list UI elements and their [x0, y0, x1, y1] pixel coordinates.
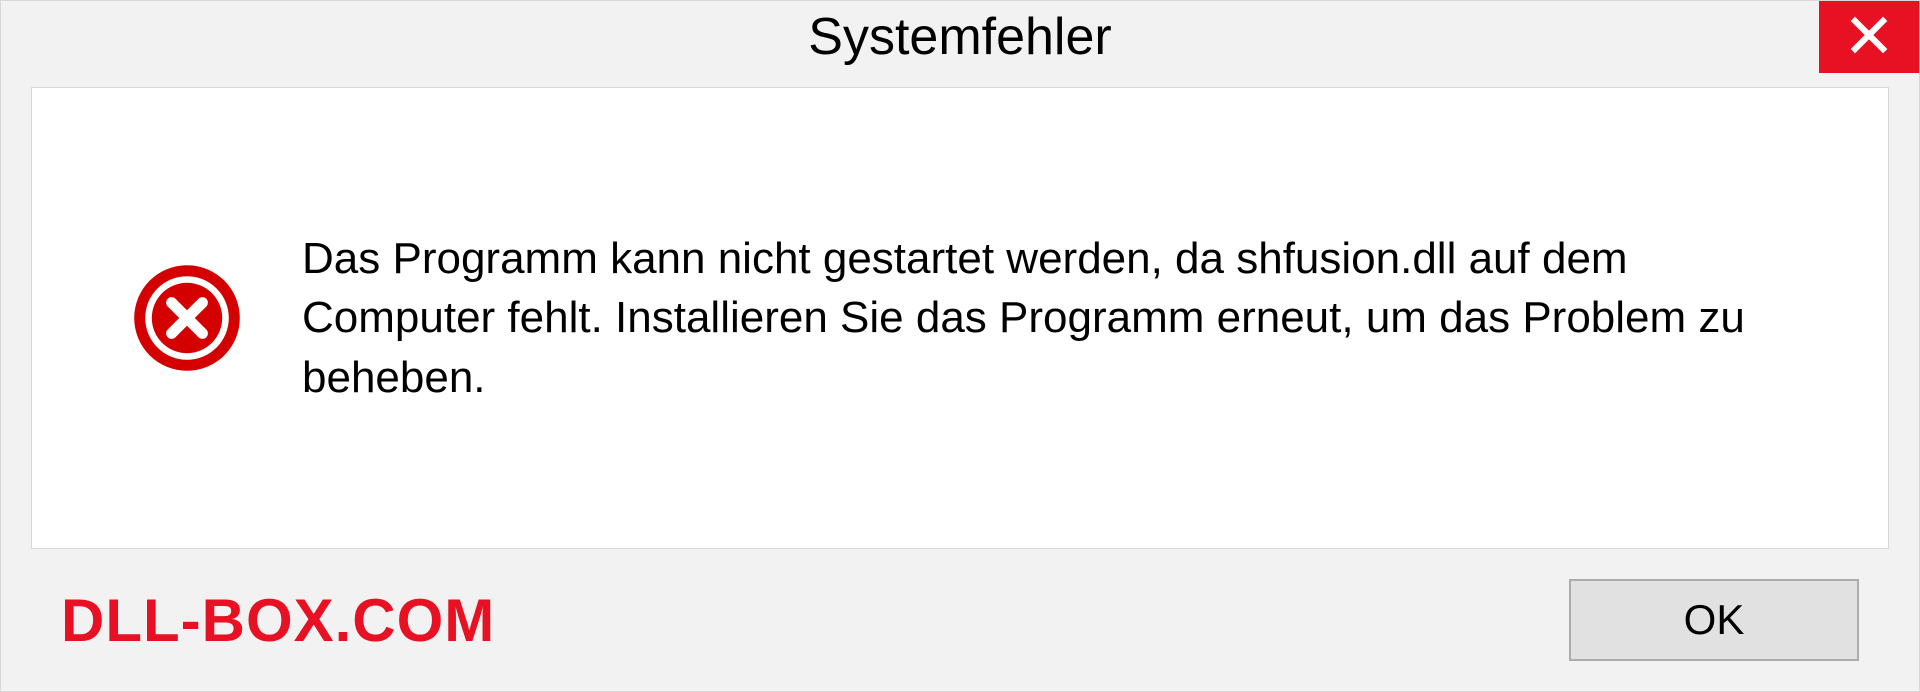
close-button[interactable]	[1819, 1, 1919, 73]
ok-button[interactable]: OK	[1569, 579, 1859, 661]
dialog-title: Systemfehler	[808, 7, 1111, 67]
content-area: Das Programm kann nicht gestartet werden…	[1, 87, 1919, 691]
close-icon	[1848, 14, 1890, 61]
watermark-text: DLL-BOX.COM	[61, 586, 495, 655]
titlebar: Systemfehler	[1, 1, 1919, 87]
error-message: Das Programm kann nicht gestartet werden…	[302, 229, 1828, 407]
error-dialog: Systemfehler Das Programm kann nicht ges…	[0, 0, 1920, 692]
error-icon	[132, 263, 242, 373]
footer-row: DLL-BOX.COM OK	[31, 549, 1889, 661]
message-box: Das Programm kann nicht gestartet werden…	[31, 87, 1889, 549]
